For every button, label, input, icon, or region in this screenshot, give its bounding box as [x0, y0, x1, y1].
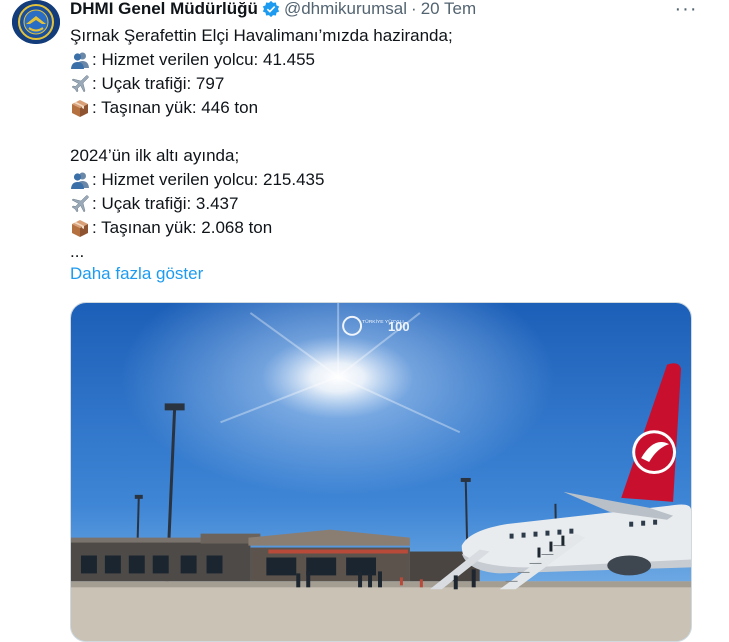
h1-passengers-text: : Hizmet verilen yolcu: 215.435: [92, 170, 325, 189]
june-traffic-text: : Uçak trafiği: 797: [92, 74, 225, 93]
avatar[interactable]: [12, 0, 60, 44]
author-handle[interactable]: @dhmikurumsal: [284, 0, 407, 18]
intro-line: Şırnak Şerafettin Elçi Havalimanı’mızda …: [70, 26, 453, 45]
people-icon: [70, 170, 90, 190]
tweet-photo[interactable]: TÜRKİYE YÜZYILI 100: [70, 302, 692, 642]
june-cargo-line: : Taşınan yük: 446 ton: [70, 96, 690, 120]
airplane-icon: [70, 194, 90, 214]
h1-traffic-text: : Uçak trafiği: 3.437: [92, 194, 239, 213]
june-traffic-line: : Uçak trafiği: 797: [70, 72, 690, 96]
tweet-text: Şırnak Şerafettin Elçi Havalimanı’mızda …: [70, 24, 690, 264]
tweet-header: DHMI Genel Müdürlüğü @dhmikurumsal · 20 …: [70, 0, 689, 18]
package-icon: [70, 218, 90, 238]
author-name[interactable]: DHMI Genel Müdürlüğü: [70, 0, 258, 18]
timestamp[interactable]: 20 Tem: [421, 0, 476, 18]
h1-cargo-line: : Taşınan yük: 2.068 ton: [70, 216, 690, 240]
watermark-100: 100: [388, 319, 410, 334]
june-passengers-line: : Hizmet verilen yolcu: 41.455: [70, 48, 690, 72]
verified-badge-icon[interactable]: [262, 0, 280, 18]
h1-cargo-text: : Taşınan yük: 2.068 ton: [92, 218, 273, 237]
h1-passengers-line: : Hizmet verilen yolcu: 215.435: [70, 168, 690, 192]
more-options-icon[interactable]: ···: [673, 0, 699, 20]
dhmi-logo-icon: [12, 0, 60, 44]
h1-heading-line: 2024’ün ilk altı ayında;: [70, 146, 240, 165]
airplane-icon: [70, 74, 90, 94]
june-passengers-text: : Hizmet verilen yolcu: 41.455: [92, 50, 315, 69]
package-icon: [70, 98, 90, 118]
show-more-link[interactable]: Daha fazla göster: [70, 262, 203, 286]
h1-traffic-line: : Uçak trafiği: 3.437: [70, 192, 690, 216]
airport-photo: TÜRKİYE YÜZYILI 100: [71, 303, 691, 641]
people-icon: [70, 50, 90, 70]
june-cargo-text: : Taşınan yük: 446 ton: [92, 98, 259, 117]
separator-dot: ·: [411, 0, 417, 18]
ellipsis: ...: [70, 242, 85, 261]
